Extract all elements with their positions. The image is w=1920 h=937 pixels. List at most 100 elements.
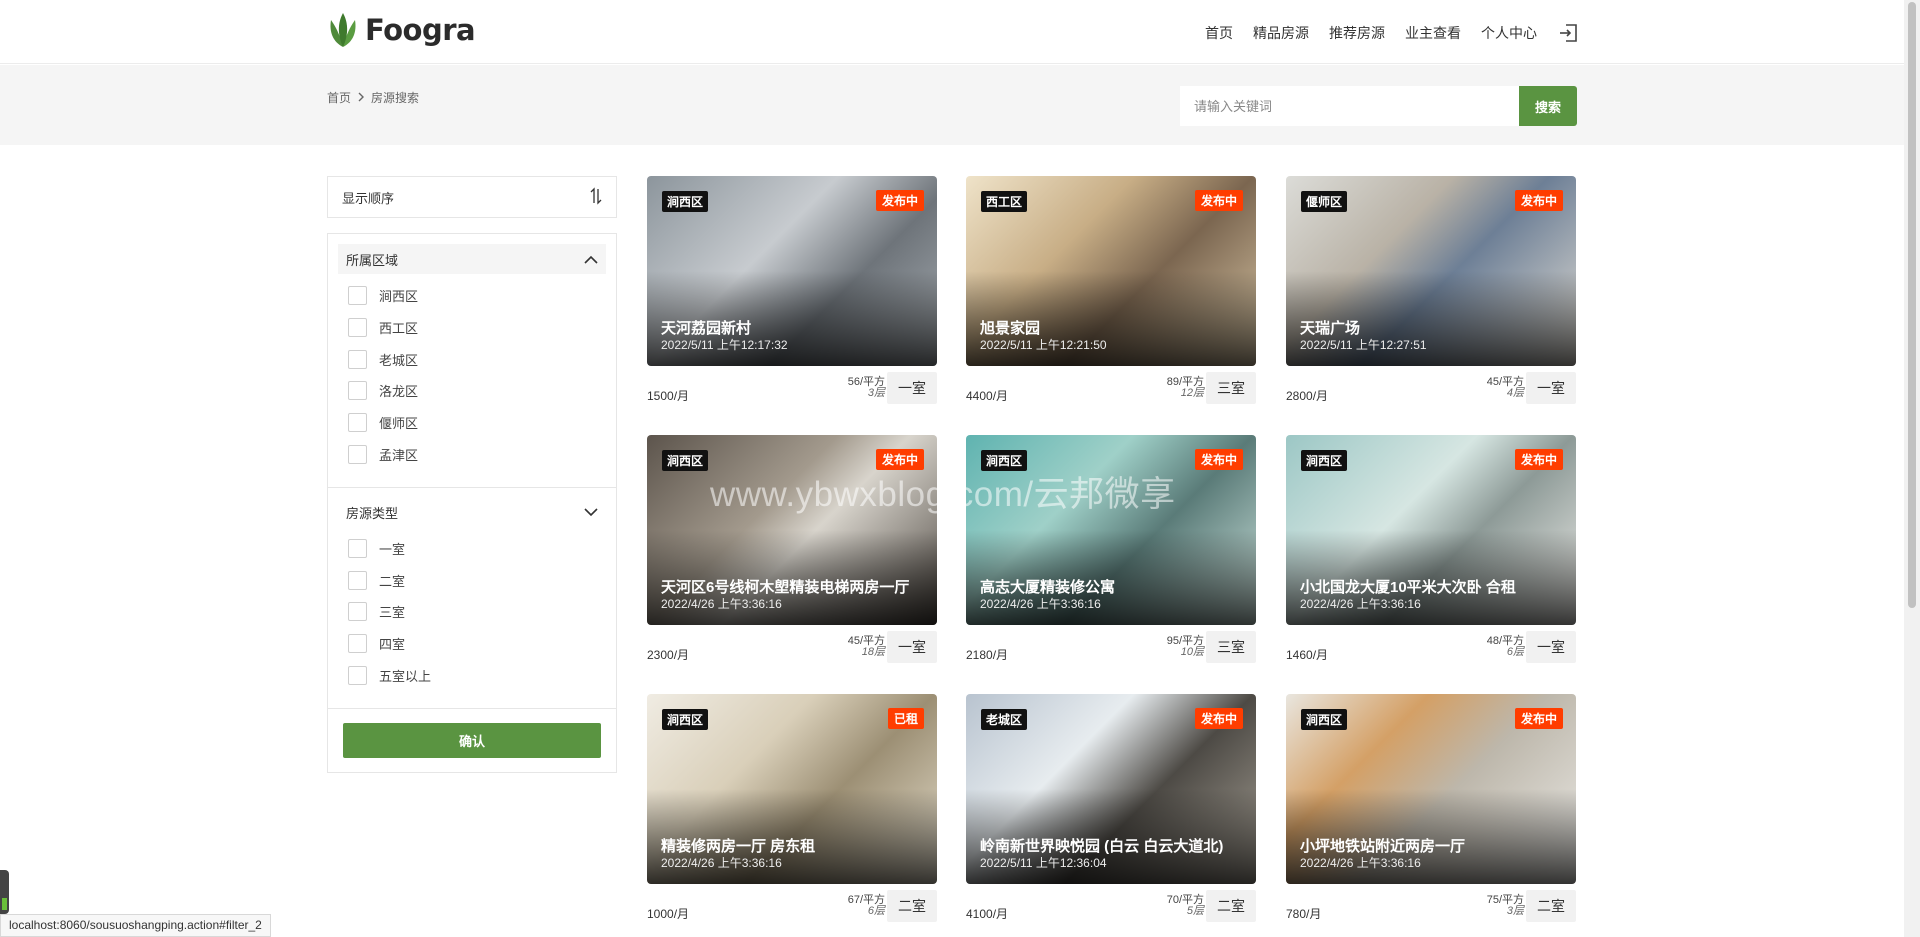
listing-date: 2022/4/26 上午3:36:16 [1300,597,1421,611]
listing-photo[interactable]: 涧西区 发布中 天河区6号线柯木塱精装电梯两房一厅 2022/4/26 上午3:… [647,435,937,625]
listing-card[interactable]: 西工区 发布中 旭景家园 2022/5/11 上午12:21:50 4400/月… [966,176,1256,406]
region-option[interactable]: 偃师区 [348,413,418,432]
checkbox[interactable] [348,381,367,400]
listing-footer: 780/月 75/平方 3层 二室 [1286,884,1576,924]
listing-photo[interactable]: 涧西区 发布中 高志大厦精装修公寓 2022/4/26 上午3:36:16 [966,435,1256,625]
listing-card[interactable]: 偃师区 发布中 天瑞广场 2022/5/11 上午12:27:51 2800/月… [1286,176,1576,406]
sort-arrows-icon [590,186,602,208]
listing-photo[interactable]: 涧西区 已租 精装修两房一厅 房东租 2022/4/26 上午3:36:16 [647,694,937,884]
listing-card[interactable]: 老城区 发布中 岭南新世界映悦园 (白云 白云大道北) 2022/5/11 上午… [966,694,1256,924]
type-label: 二室 [379,574,406,589]
listing-title[interactable]: 小北国龙大厦10平米大次卧 合租 [1300,580,1562,595]
listing-photo[interactable]: 西工区 发布中 旭景家园 2022/5/11 上午12:21:50 [966,176,1256,366]
divider [328,708,616,709]
listing-title[interactable]: 精装修两房一厅 房东租 [661,839,923,854]
checkbox[interactable] [348,413,367,432]
region-label: 偃师区 [379,416,419,431]
listing-floor: 3层 [867,387,885,399]
type-option[interactable]: 一室 [348,539,405,558]
region-label: 西工区 [379,321,419,336]
listing-price: 1500/月 [647,389,690,403]
region-option[interactable]: 涧西区 [348,286,418,305]
listing-title[interactable]: 小坪地铁站附近两房一厅 [1300,839,1562,854]
listing-date: 2022/5/11 上午12:17:32 [661,338,788,352]
checkbox[interactable] [348,666,367,685]
type-group-header[interactable]: 房源类型 [338,497,606,527]
search-button[interactable]: 搜索 [1519,86,1577,126]
listing-card[interactable]: 涧西区 发布中 小北国龙大厦10平米大次卧 合租 2022/4/26 上午3:3… [1286,435,1576,665]
listing-footer: 4400/月 89/平方 12层 三室 [966,366,1256,406]
listing-card[interactable]: 涧西区 发布中 天河区6号线柯木塱精装电梯两房一厅 2022/4/26 上午3:… [647,435,937,665]
breadcrumb-home[interactable]: 首页 [327,89,351,106]
listing-title[interactable]: 天河区6号线柯木塱精装电梯两房一厅 [661,580,923,595]
confirm-filter-button[interactable]: 确认 [343,723,601,758]
nav-profile[interactable]: 个人中心 [1481,23,1537,43]
listing-photo[interactable]: 涧西区 发布中 小北国龙大厦10平米大次卧 合租 2022/4/26 上午3:3… [1286,435,1576,625]
listing-photo[interactable]: 涧西区 发布中 小坪地铁站附近两房一厅 2022/4/26 上午3:36:16 [1286,694,1576,884]
region-option[interactable]: 西工区 [348,318,418,337]
checkbox[interactable] [348,634,367,653]
area-tag: 涧西区 [1301,450,1348,471]
status-badge: 发布中 [1514,708,1563,729]
type-option[interactable]: 四室 [348,634,405,653]
nav-owner[interactable]: 业主查看 [1405,23,1461,43]
checkbox[interactable] [348,539,367,558]
listing-footer: 1000/月 67/平方 6层 二室 [647,884,937,924]
status-badge: 发布中 [875,449,924,470]
listing-photo[interactable]: 偃师区 发布中 天瑞广场 2022/5/11 上午12:27:51 [1286,176,1576,366]
region-label: 老城区 [379,353,419,368]
listing-title[interactable]: 天河荔园新村 [661,321,923,336]
leaf-logo-icon [330,13,356,47]
type-option[interactable]: 三室 [348,602,405,621]
listing-date: 2022/4/26 上午3:36:16 [661,597,782,611]
nav-home[interactable]: 首页 [1205,23,1233,43]
listing-date: 2022/5/11 上午12:21:50 [980,338,1107,352]
chevron-up-icon [584,252,598,267]
logo[interactable]: Foogra [327,12,476,48]
side-handle[interactable] [0,870,9,914]
checkbox[interactable] [348,318,367,337]
area-tag: 涧西区 [981,450,1028,471]
room-type-badge: 二室 [1206,890,1256,922]
listing-card[interactable]: 涧西区 发布中 天河荔园新村 2022/5/11 上午12:17:32 1500… [647,176,937,406]
main-nav: 首页 精品房源 推荐房源 业主查看 个人中心 [1185,22,1579,44]
listing-card[interactable]: 涧西区 发布中 高志大厦精装修公寓 2022/4/26 上午3:36:16 21… [966,435,1256,665]
listing-title[interactable]: 旭景家园 [980,321,1242,336]
checkbox[interactable] [348,571,367,590]
type-option[interactable]: 二室 [348,571,405,590]
region-label: 涧西区 [379,289,419,304]
region-group-header[interactable]: 所属区域 [338,244,606,274]
listing-price: 4100/月 [966,907,1009,921]
region-label: 洛龙区 [379,384,419,399]
page-scrollbar[interactable] [1904,0,1920,937]
type-option[interactable]: 五室以上 [348,666,431,685]
nav-recommended[interactable]: 推荐房源 [1329,23,1385,43]
listing-floor: 4层 [1506,387,1524,399]
listing-card[interactable]: 涧西区 已租 精装修两房一厅 房东租 2022/4/26 上午3:36:16 1… [647,694,937,924]
region-option[interactable]: 孟津区 [348,445,418,464]
listing-photo[interactable]: 老城区 发布中 岭南新世界映悦园 (白云 白云大道北) 2022/5/11 上午… [966,694,1256,884]
checkbox[interactable] [348,445,367,464]
sort-order-dropdown[interactable]: 显示顺序 [327,176,617,218]
listing-photo[interactable]: 涧西区 发布中 天河荔园新村 2022/5/11 上午12:17:32 [647,176,937,366]
listing-price: 2180/月 [966,648,1009,662]
checkbox[interactable] [348,286,367,305]
checkbox[interactable] [348,602,367,621]
region-option[interactable]: 洛龙区 [348,381,418,400]
listing-meta: 89/平方 12层 [1167,377,1204,399]
region-label: 孟津区 [379,448,419,463]
search-input[interactable] [1180,86,1519,126]
listing-card[interactable]: 涧西区 发布中 小坪地铁站附近两房一厅 2022/4/26 上午3:36:16 … [1286,694,1576,924]
region-option[interactable]: 老城区 [348,350,418,369]
room-type-badge: 一室 [1526,631,1576,663]
checkbox[interactable] [348,350,367,369]
top-header: Foogra 首页 精品房源 推荐房源 业主查看 个人中心 [0,0,1904,64]
login-icon[interactable] [1557,22,1579,44]
room-type-badge: 一室 [1526,372,1576,404]
scrollbar-thumb[interactable] [1908,2,1916,608]
nav-premium[interactable]: 精品房源 [1253,23,1309,43]
listing-meta: 95/平方 10层 [1167,636,1204,658]
listing-title[interactable]: 高志大厦精装修公寓 [980,580,1242,595]
listing-title[interactable]: 天瑞广场 [1300,321,1562,336]
listing-title[interactable]: 岭南新世界映悦园 (白云 白云大道北) [980,839,1242,854]
